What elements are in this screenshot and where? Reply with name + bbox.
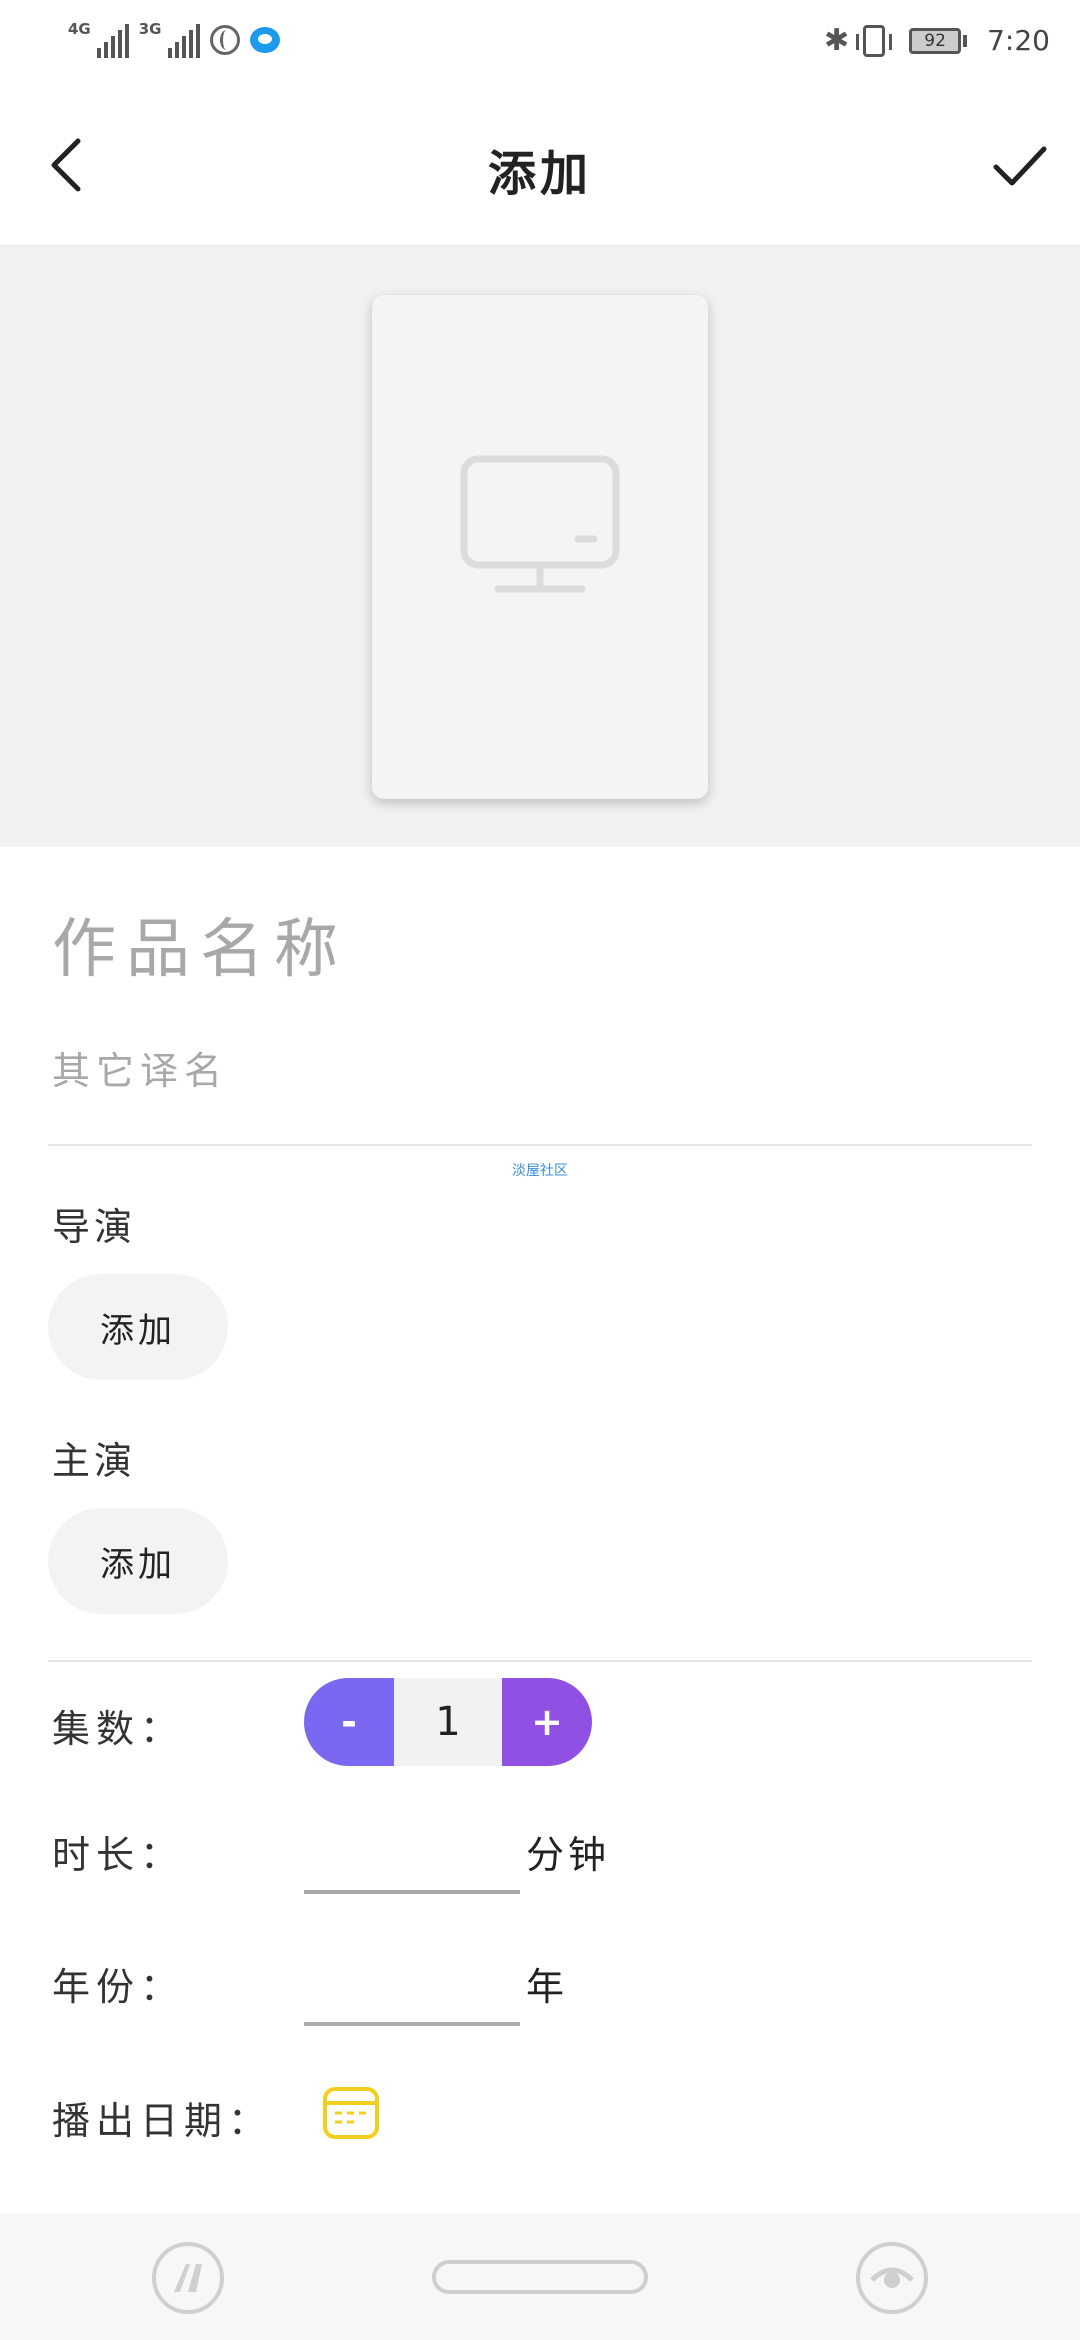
system-nav-bar [0,2214,1080,2340]
battery-level: 92 [909,27,962,54]
cover-picker[interactable] [372,295,708,799]
confirm-button[interactable] [990,135,1050,195]
assistant-icon[interactable] [152,2242,224,2314]
director-label: 导演 [52,1205,137,1249]
year-unit: 年 [526,1965,569,2009]
episodes-value[interactable]: 1 [394,1678,502,1766]
network-type-2: 3G [138,20,162,38]
divider [48,1144,1032,1146]
watermark: 淡屋社区 [512,1163,568,1179]
episodes-label: 集数： [52,1707,185,1751]
signal-4g-icon: 4G [68,22,129,58]
signal-3g-icon: 3G [139,22,200,58]
duration-label: 时长： [52,1833,185,1877]
monitor-icon [460,455,620,593]
episodes-decrement-button[interactable]: - [304,1678,394,1766]
eye-icon[interactable] [856,2242,928,2314]
vpn-globe-icon [209,25,240,55]
episodes-increment-button[interactable]: + [502,1678,592,1766]
page-title: 添加 [487,146,592,202]
status-bar: 4G 3G ✱ 92 7:20 [0,0,1080,90]
calendar-icon[interactable] [322,2084,380,2142]
duration-unit: 分钟 [526,1833,611,1877]
year-input[interactable] [304,2022,520,2026]
work-name-input[interactable]: 作品名称 [52,898,348,990]
add-cast-button[interactable]: 添加 [48,1508,228,1614]
episodes-stepper: - 1 + [304,1678,592,1766]
network-type-1: 4G [68,20,91,38]
divider [48,1660,1032,1662]
checkmark-icon [993,146,1047,186]
chat-app-icon [249,27,280,53]
cast-label: 主演 [52,1439,137,1483]
battery-icon: 92 [909,27,968,54]
bluetooth-icon: ✱ [823,22,850,58]
app-bar: 添加 [0,90,1080,247]
status-left: 4G 3G [68,22,280,58]
status-right: ✱ 92 7:20 [824,24,1050,57]
air-date-label: 播出日期： [52,2099,273,2143]
other-name-input[interactable]: 其它译名 [52,1040,228,1095]
clock: 7:20 [987,24,1050,57]
year-label: 年份： [52,1965,185,2009]
cover-area [0,247,1080,847]
duration-input[interactable] [304,1890,520,1894]
add-director-button[interactable]: 添加 [48,1274,228,1380]
vibrate-icon [856,24,893,57]
home-pill-button[interactable] [432,2260,648,2294]
